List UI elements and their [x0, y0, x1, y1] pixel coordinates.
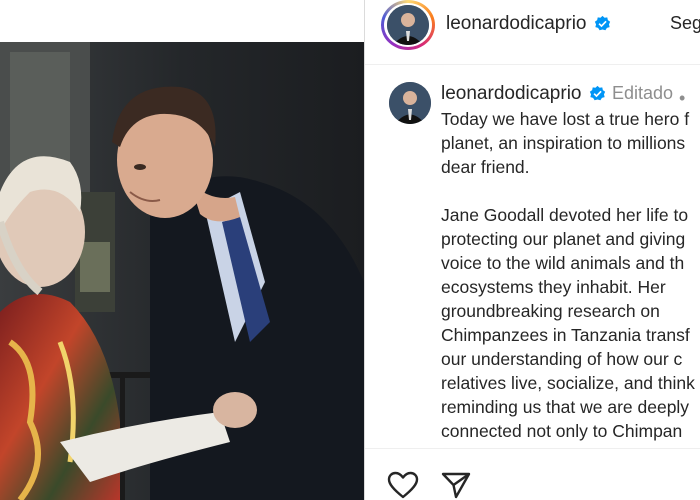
- follow-button[interactable]: Seg: [670, 13, 700, 34]
- caption-line: connected not only to Chimpan: [441, 421, 683, 441]
- edited-label: Editado: [612, 83, 674, 103]
- post-side-panel: leonardodicaprio Seg leonardodicaprio Ed…: [365, 0, 700, 500]
- caption-line: ecosystems they inhabit. Her: [441, 277, 666, 297]
- caption-line: Jane Goodall devoted her life to: [441, 205, 689, 225]
- caption-username[interactable]: leonardodicaprio: [441, 83, 582, 105]
- caption-line: our understanding of how our c: [441, 349, 683, 369]
- caption-line: planet, an inspiration to millions: [441, 133, 686, 153]
- post-header: leonardodicaprio Seg: [365, 0, 700, 65]
- caption-line: dear friend.: [441, 157, 530, 177]
- caption-line: reminding us that we are deeply: [441, 397, 690, 417]
- caption-line: protecting our planet and giving: [441, 229, 686, 249]
- caption-line: voice to the wild animals and th: [441, 253, 685, 273]
- username[interactable]: leonardodicaprio: [446, 13, 587, 35]
- paper-plane-icon[interactable]: [441, 471, 471, 499]
- caption-paragraph: Jane Goodall devoted her life to protect…: [441, 203, 700, 443]
- media-column: [0, 0, 364, 500]
- heart-icon[interactable]: [387, 471, 419, 499]
- photo-illustration: [0, 42, 364, 500]
- verified-badge-icon: [594, 15, 611, 31]
- action-bar: [365, 448, 700, 500]
- caption-line: Today we have lost a true hero f: [441, 109, 690, 129]
- caption-text: Today we have lost a true hero f planet,…: [441, 107, 700, 467]
- avatar[interactable]: [387, 5, 429, 45]
- caption-avatar[interactable]: [389, 82, 431, 124]
- caption-paragraph: Today we have lost a true hero f planet,…: [441, 107, 700, 179]
- verified-badge-icon: [589, 85, 606, 101]
- post-photo[interactable]: [0, 42, 364, 500]
- separator-dot: •: [679, 88, 686, 108]
- caption-row: leonardodicaprio Editado • Today we have…: [365, 64, 700, 444]
- caption-line: relatives live, socialize, and think: [441, 373, 695, 393]
- caption-line: Chimpanzees in Tanzania transf: [441, 325, 690, 345]
- avatar-image: [387, 5, 429, 45]
- avatar-image: [389, 82, 431, 124]
- caption-line: groundbreaking research on: [441, 301, 660, 321]
